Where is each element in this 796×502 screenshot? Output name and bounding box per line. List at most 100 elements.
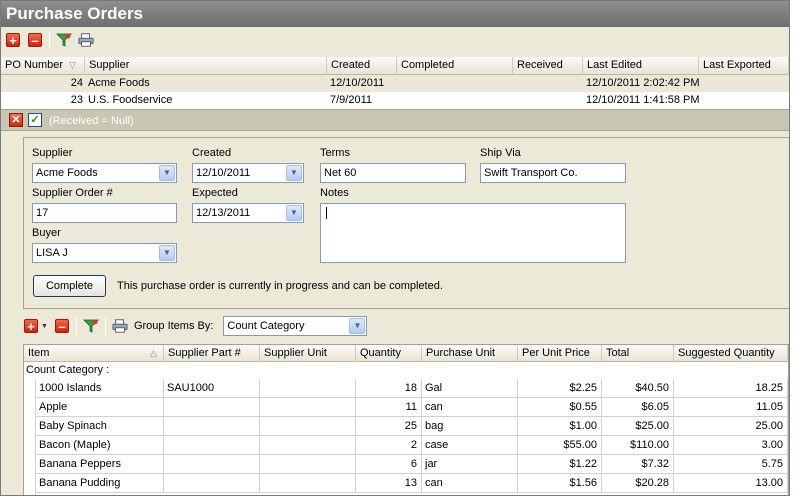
supplier-unit-cell (260, 436, 356, 455)
clear-filter-icon[interactable]: ✕ (9, 113, 23, 127)
purchase-unit-cell: can (422, 474, 518, 493)
chevron-down-icon[interactable]: ▼ (159, 165, 175, 181)
group-by-select[interactable]: Count Category ▼ (223, 316, 368, 336)
purchase-unit-cell: case (422, 436, 518, 455)
quantity-cell: 25 (356, 417, 422, 436)
complete-button[interactable]: Complete (33, 275, 106, 297)
col-total[interactable]: Total (602, 345, 674, 362)
col-item[interactable]: Item △ (24, 345, 164, 362)
item-cell: 1000 Islands (36, 379, 164, 398)
delete-icon[interactable]: – (27, 32, 43, 48)
supplier-order-field[interactable]: 17 (32, 203, 177, 223)
created-date-picker[interactable]: 12/10/2011 ▼ (192, 163, 304, 183)
filter-expression: (Received = Null) (49, 115, 134, 127)
supplier-unit-cell (260, 379, 356, 398)
group-items-label: Group Items By: (133, 320, 214, 332)
col-supplier-unit[interactable]: Supplier Unit (260, 345, 356, 362)
price-cell: $55.00 (518, 436, 602, 455)
buyer-select[interactable]: LISA J ▼ (32, 243, 177, 263)
text-cursor (326, 207, 327, 220)
sort-desc-icon: ▽ (69, 60, 76, 70)
suggested-cell: 25.00 (674, 417, 788, 436)
window-title: Purchase Orders (1, 1, 789, 27)
col-completed[interactable]: Completed (397, 57, 513, 75)
terms-label: Terms (320, 147, 350, 159)
print-icon[interactable] (112, 318, 128, 334)
chevron-down-icon[interactable]: ▼ (286, 165, 302, 181)
table-row[interactable]: Baby Spinach 25 bag $1.00 $25.00 25.00 (24, 417, 788, 436)
notes-textarea[interactable] (320, 203, 626, 263)
suggested-cell: 13.00 (674, 474, 788, 493)
last-edited-cell: 12/10/2011 1:41:58 PM (586, 94, 699, 106)
ship-via-field[interactable]: Swift Transport Co. (480, 163, 626, 183)
add-dropdown-icon[interactable]: ▼ (41, 323, 48, 330)
buyer-label: Buyer (32, 227, 61, 239)
table-row[interactable]: 1000 Islands SAU1000 18 Gal $2.25 $40.50… (24, 379, 788, 398)
supplier-select[interactable]: Acme Foods ▼ (32, 163, 177, 183)
expected-label: Expected (192, 187, 238, 199)
filter-enabled-checkbox[interactable]: ✓ (28, 113, 42, 127)
group-row[interactable]: Count Category : (24, 362, 788, 379)
col-created[interactable]: Created (327, 57, 397, 75)
expected-date-picker[interactable]: 12/13/2011 ▼ (192, 203, 304, 223)
sort-asc-icon: △ (150, 348, 157, 358)
item-cell: Bacon (Maple) (36, 436, 164, 455)
col-po-number[interactable]: PO Number ▽ (1, 57, 85, 75)
table-row[interactable]: Apple 11 can $0.55 $6.05 11.05 (24, 398, 788, 417)
ship-via-label: Ship Via (480, 147, 521, 159)
chevron-down-icon[interactable]: ▼ (159, 245, 175, 261)
notes-label: Notes (320, 187, 349, 199)
item-cell: Banana Pudding (36, 474, 164, 493)
price-cell: $1.22 (518, 455, 602, 474)
suggested-cell: 18.25 (674, 379, 788, 398)
created-cell: 7/9/2011 (330, 94, 373, 106)
add-item-icon[interactable]: + (23, 318, 39, 334)
col-supplier-part[interactable]: Supplier Part # (164, 345, 260, 362)
col-purchase-unit[interactable]: Purchase Unit (422, 345, 518, 362)
filter-bar: ✕ ✓ (Received = Null) (1, 109, 789, 131)
total-cell: $6.05 (602, 398, 674, 417)
table-row[interactable]: Banana Peppers 6 jar $1.22 $7.32 5.75 (24, 455, 788, 474)
col-last-edited[interactable]: Last Edited (583, 57, 699, 75)
terms-field[interactable]: Net 60 (320, 163, 466, 183)
quantity-cell: 6 (356, 455, 422, 474)
part-cell (164, 436, 260, 455)
quantity-cell: 18 (356, 379, 422, 398)
purchase-unit-cell: can (422, 398, 518, 417)
table-row[interactable]: 23 U.S. Foodservice 7/9/2011 12/10/2011 … (1, 92, 789, 109)
print-icon[interactable] (78, 32, 94, 48)
price-cell: $2.25 (518, 379, 602, 398)
table-row[interactable]: Banana Pudding 13 can $1.56 $20.28 13.00 (24, 474, 788, 493)
supplier-unit-cell (260, 398, 356, 417)
toolbar-separator (49, 31, 50, 49)
suggested-cell: 5.75 (674, 455, 788, 474)
table-row[interactable]: Bacon (Maple) 2 case $55.00 $110.00 3.00 (24, 436, 788, 455)
col-last-exported[interactable]: Last Exported (699, 57, 789, 75)
add-icon[interactable]: + (5, 32, 21, 48)
total-cell: $25.00 (602, 417, 674, 436)
created-cell: 12/10/2011 (330, 77, 385, 89)
chevron-down-icon[interactable]: ▼ (286, 205, 302, 221)
po-detail-form: Supplier Acme Foods ▼ Created 12/10/2011 ▼… (23, 137, 789, 309)
price-cell: $1.00 (518, 417, 602, 436)
purchase-orders-window: Purchase Orders + – PO Number ▽ Supplier … (0, 0, 790, 496)
col-suggested-quantity[interactable]: Suggested Quantity (674, 345, 788, 362)
suggested-cell: 11.05 (674, 398, 788, 417)
supplier-cell: U.S. Foodservice (88, 94, 173, 106)
col-per-unit-price[interactable]: Per Unit Price (518, 345, 602, 362)
col-supplier[interactable]: Supplier (85, 57, 327, 75)
po-grid-header: PO Number ▽ Supplier Created Completed Re… (1, 57, 789, 75)
filter-icon[interactable] (82, 318, 99, 334)
table-row[interactable]: 24 Acme Foods 12/10/2011 12/10/2011 2:02… (1, 75, 789, 92)
chevron-down-icon[interactable]: ▼ (349, 318, 366, 334)
delete-item-icon[interactable]: – (54, 318, 70, 334)
col-quantity[interactable]: Quantity (356, 345, 422, 362)
item-cell: Baby Spinach (36, 417, 164, 436)
total-cell: $40.50 (602, 379, 674, 398)
created-label: Created (192, 147, 232, 159)
item-cell: Banana Peppers (36, 455, 164, 474)
col-received[interactable]: Received (513, 57, 583, 75)
supplier-cell: Acme Foods (88, 77, 150, 89)
last-edited-cell: 12/10/2011 2:02:42 PM (586, 77, 699, 89)
filter-icon[interactable] (56, 32, 72, 48)
